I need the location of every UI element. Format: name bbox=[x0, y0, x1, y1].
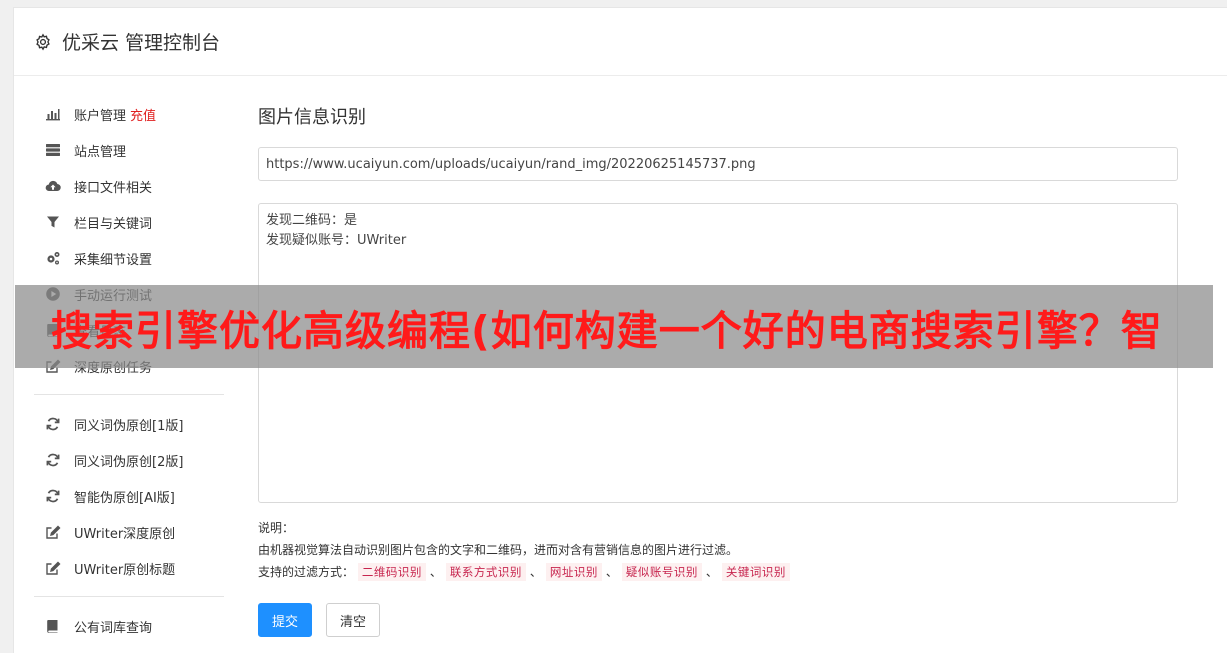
book-icon bbox=[44, 617, 62, 635]
sidebar-item-label: UWriter原创标题 bbox=[74, 562, 176, 578]
sidebar-item-label: 账户管理 bbox=[74, 108, 127, 124]
separator: 、 bbox=[705, 565, 718, 579]
notes-label: 说明： bbox=[258, 521, 295, 535]
notes: 说明： 由机器视觉算法自动识别图片包含的文字和二维码，进而对含有营销信息的图片进… bbox=[258, 517, 1178, 583]
gear-icon bbox=[36, 33, 50, 50]
sidebar-item[interactable]: UWriter深度原创 bbox=[34, 514, 224, 550]
filter-icon bbox=[44, 213, 62, 231]
edit-icon bbox=[44, 559, 62, 577]
filter-tag-keyword: 关键词识别 bbox=[721, 563, 790, 581]
main-panel: 图片信息识别 发现二维码：是 发现疑似账号：UWriter 说明： 由机器视觉算… bbox=[258, 106, 1178, 637]
cloud-upload-icon bbox=[44, 177, 62, 195]
refresh-icon bbox=[44, 415, 62, 433]
sidebar-item[interactable]: 同义词伪原创[1版] bbox=[34, 406, 224, 442]
separator: 、 bbox=[429, 565, 442, 579]
sidebar: 账户管理充值站点管理接口文件相关栏目与关键词采集细节设置手动运行测试查看日志深度… bbox=[34, 96, 224, 644]
sidebar-item[interactable]: 公有词库查询 bbox=[34, 608, 224, 644]
sidebar-group-rewrite: 同义词伪原创[1版] 同义词伪原创[2版] 智能伪原创[AI版] UWriter深度原… bbox=[34, 406, 224, 586]
filter-tag-url: 网址识别 bbox=[545, 563, 602, 581]
bar-chart-icon bbox=[44, 105, 62, 123]
header: 优采云 管理控制台 bbox=[14, 8, 1227, 76]
separator: 、 bbox=[605, 565, 618, 579]
recharge-link[interactable]: 充值 bbox=[130, 105, 156, 124]
sidebar-item-label: 采集细节设置 bbox=[74, 252, 153, 268]
gears-icon bbox=[44, 249, 62, 267]
filters-row: 支持的过滤方式： 二维码识别、联系方式识别、网址识别、疑似账号识别、关键词识别 bbox=[258, 561, 1178, 583]
sidebar-item[interactable]: UWriter原创标题 bbox=[34, 550, 224, 586]
sidebar-divider bbox=[34, 596, 224, 597]
sidebar-item[interactable]: 同义词伪原创[2版] bbox=[34, 442, 224, 478]
sidebar-item[interactable]: 接口文件相关 bbox=[34, 168, 224, 204]
watermark-text: 搜索引擎优化高级编程(如何构建一个好的电商搜索引擎？智 bbox=[51, 306, 1163, 355]
refresh-icon bbox=[44, 487, 62, 505]
sidebar-item[interactable]: 站点管理 bbox=[34, 132, 224, 168]
sidebar-item[interactable]: 采集细节设置 bbox=[34, 240, 224, 276]
sidebar-item[interactable]: 智能伪原创[AI版] bbox=[34, 478, 224, 514]
sidebar-item-label: 同义词伪原创[2版] bbox=[74, 454, 184, 470]
refresh-icon bbox=[44, 451, 62, 469]
sidebar-item-label: 智能伪原创[AI版] bbox=[74, 490, 175, 506]
sidebar-item-label: 站点管理 bbox=[74, 144, 127, 160]
sidebar-item-label: 同义词伪原创[1版] bbox=[74, 418, 184, 434]
page-title: 优采云 管理控制台 bbox=[62, 32, 221, 54]
sidebar-item[interactable]: 栏目与关键词 bbox=[34, 204, 224, 240]
edit-icon bbox=[44, 523, 62, 541]
result-line: 发现疑似账号：UWriter bbox=[266, 233, 407, 248]
notes-description: 由机器视觉算法自动识别图片包含的文字和二维码，进而对含有营销信息的图片进行过滤。 bbox=[258, 543, 739, 557]
result-line: 发现二维码：是 bbox=[266, 213, 358, 228]
separator: 、 bbox=[529, 565, 542, 579]
sidebar-item-label: UWriter深度原创 bbox=[74, 526, 176, 542]
server-icon bbox=[44, 141, 62, 159]
action-buttons: 提交 清空 bbox=[258, 603, 1178, 637]
sidebar-item-label: 公有词库查询 bbox=[74, 620, 153, 636]
section-title: 图片信息识别 bbox=[258, 107, 366, 128]
sidebar-group-dictionary: 公有词库查询 bbox=[34, 608, 224, 644]
sidebar-item-label: 栏目与关键词 bbox=[74, 216, 153, 232]
image-url-input[interactable] bbox=[258, 147, 1178, 181]
clear-button[interactable]: 清空 bbox=[326, 603, 380, 637]
sidebar-divider bbox=[34, 394, 224, 395]
watermark-banner: 搜索引擎优化高级编程(如何构建一个好的电商搜索引擎？智 bbox=[15, 285, 1213, 368]
submit-button[interactable]: 提交 bbox=[258, 603, 312, 637]
filters-label: 支持的过滤方式： bbox=[258, 565, 355, 579]
sidebar-item[interactable]: 账户管理 充值 bbox=[34, 96, 224, 132]
filter-tag-account: 疑似账号识别 bbox=[621, 563, 702, 581]
filter-tag-qrcode: 二维码识别 bbox=[357, 563, 426, 581]
sidebar-item-label: 接口文件相关 bbox=[74, 180, 153, 196]
filter-tag-contact: 联系方式识别 bbox=[445, 563, 526, 581]
